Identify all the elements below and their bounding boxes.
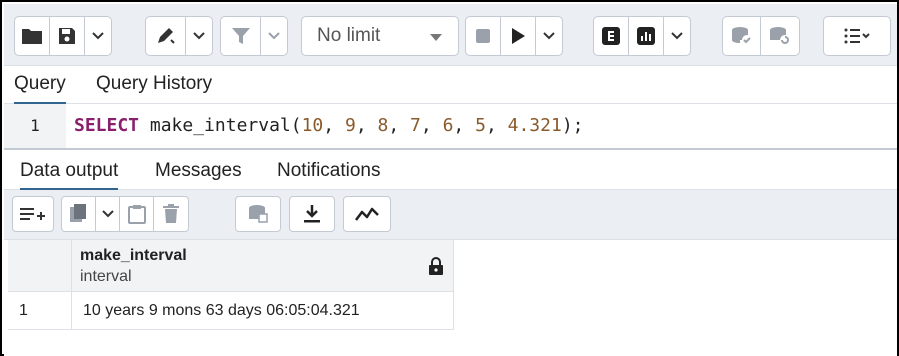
table-cell[interactable]: 10 years 9 mons 63 days 06:05:04.321 <box>72 292 454 330</box>
explain-button[interactable] <box>594 17 629 55</box>
save-options-dropdown[interactable] <box>85 17 111 55</box>
chevron-down-icon <box>671 32 683 40</box>
row-limit-value: No limit <box>317 25 381 46</box>
tab-query[interactable]: Query <box>14 70 66 104</box>
copy-group <box>61 196 189 232</box>
paste-button[interactable] <box>120 197 154 231</box>
chevron-down-icon <box>543 32 555 40</box>
tab-notifications[interactable]: Notifications <box>277 158 381 190</box>
execute-group <box>465 16 563 56</box>
save-file-button[interactable] <box>50 17 85 55</box>
folder-icon <box>22 29 42 44</box>
list-icon <box>844 28 870 44</box>
explain-group <box>593 16 691 56</box>
pencil-icon <box>157 28 175 44</box>
edit-options-dropdown[interactable] <box>186 17 212 55</box>
data-grid: make_interval interval 1 10 years 9 mons… <box>4 240 897 356</box>
database-rollback-icon <box>770 27 790 45</box>
delete-button[interactable] <box>154 197 188 231</box>
column-type: interval <box>80 268 132 285</box>
explain-options-dropdown[interactable] <box>664 17 690 55</box>
grid-corner[interactable] <box>8 240 72 292</box>
save-icon <box>59 28 75 44</box>
lock-icon <box>429 257 443 275</box>
explain-analyze-button[interactable] <box>629 17 664 55</box>
code-line: SELECT make_interval(10, 9, 8, 7, 6, 5, … <box>74 115 584 136</box>
line-gutter: 1 <box>4 104 66 148</box>
copy-options-dropdown[interactable] <box>96 197 120 231</box>
app-frame: No limit Query Query History 1 SELECT ma… <box>0 0 899 356</box>
query-tabs: Query Query History <box>4 66 897 104</box>
edit-group <box>145 16 213 56</box>
chevron-down-icon <box>268 32 280 40</box>
explain-icon <box>602 27 620 45</box>
database-check-icon <box>731 27 752 45</box>
add-row-button[interactable] <box>13 197 53 231</box>
sql-end: ); <box>561 115 584 136</box>
data-toolbar <box>4 190 897 240</box>
execute-button[interactable] <box>501 17 536 55</box>
sql-arg: 10 <box>301 115 324 136</box>
transaction-group <box>722 16 800 56</box>
tab-messages[interactable]: Messages <box>155 158 242 190</box>
line-number: 1 <box>30 116 40 135</box>
sql-arg: 6 <box>442 115 454 136</box>
row-number[interactable]: 1 <box>8 292 72 330</box>
tab-query-history[interactable]: Query History <box>96 70 212 104</box>
stop-icon <box>476 29 490 43</box>
result-tabs: Data output Messages Notifications <box>4 148 897 190</box>
copy-button[interactable] <box>62 197 96 231</box>
query-toolbar: No limit <box>4 4 897 66</box>
download-icon <box>304 205 320 223</box>
column-header[interactable]: make_interval interval <box>72 240 454 292</box>
column-name: make_interval <box>80 247 187 264</box>
sql-function: make_interval( <box>139 115 302 136</box>
commit-button[interactable] <box>723 17 761 55</box>
play-icon <box>512 28 525 44</box>
database-save-icon <box>249 205 268 223</box>
trash-icon <box>163 204 179 223</box>
save-data-group <box>235 196 281 232</box>
download-button[interactable] <box>290 197 334 231</box>
chevron-down-icon <box>92 32 104 40</box>
clipboard-icon <box>127 205 146 224</box>
sql-editor[interactable]: 1 SELECT make_interval(10, 9, 8, 7, 6, 5… <box>4 104 897 148</box>
filter-group <box>220 16 288 56</box>
chevron-down-icon <box>193 32 205 40</box>
tab-data-output[interactable]: Data output <box>20 158 119 190</box>
download-group <box>289 196 335 232</box>
sql-arg: 4.321 <box>507 115 562 136</box>
filter-icon <box>231 28 250 44</box>
add-row-icon <box>20 208 45 220</box>
stop-button[interactable] <box>466 17 501 55</box>
file-group <box>14 16 112 56</box>
sql-keyword: SELECT <box>74 115 140 136</box>
caret-down-icon <box>430 34 442 41</box>
open-file-button[interactable] <box>15 17 50 55</box>
row-limit-select[interactable]: No limit <box>301 16 459 56</box>
filter-button[interactable] <box>221 17 261 55</box>
explain-analyze-icon <box>637 27 655 45</box>
sql-arg: 7 <box>410 115 421 136</box>
add-row-group <box>12 196 54 232</box>
copy-icon <box>69 204 86 222</box>
macros-group <box>823 16 891 56</box>
edit-button[interactable] <box>146 17 186 55</box>
sql-arg: 5 <box>475 115 486 136</box>
save-data-button[interactable] <box>236 197 280 231</box>
line-chart-icon <box>355 207 379 221</box>
execute-options-dropdown[interactable] <box>536 17 562 55</box>
sql-arg: 8 <box>377 115 389 136</box>
filter-options-dropdown[interactable] <box>261 17 287 55</box>
rollback-button[interactable] <box>761 17 799 55</box>
graph-visualiser-button[interactable] <box>344 197 390 231</box>
graph-group <box>343 196 391 232</box>
chevron-down-icon <box>101 210 114 218</box>
sql-arg: 9 <box>344 115 356 136</box>
macros-button[interactable] <box>824 17 890 55</box>
